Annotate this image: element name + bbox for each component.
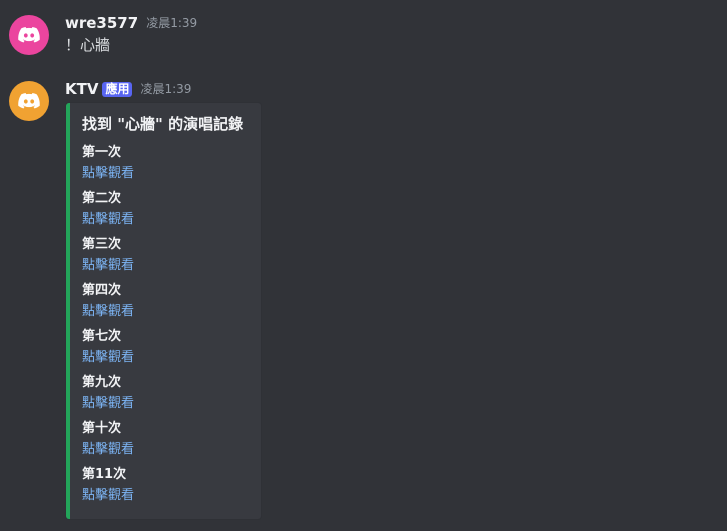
embed-field: 第四次 點擊觀看 bbox=[82, 282, 252, 322]
watch-link[interactable]: 點擊觀看 bbox=[82, 302, 134, 322]
watch-link[interactable]: 點擊觀看 bbox=[82, 256, 134, 276]
embed-accent-bar bbox=[66, 103, 70, 519]
discord-logo-icon bbox=[18, 27, 40, 43]
field-name: 第九次 bbox=[82, 375, 122, 390]
field-name: 第四次 bbox=[82, 283, 122, 298]
embed-field: 第三次 點擊觀看 bbox=[82, 236, 252, 276]
field-name: 第二次 bbox=[82, 191, 122, 206]
field-name: 第三次 bbox=[82, 237, 122, 252]
watch-link[interactable]: 點擊觀看 bbox=[82, 394, 134, 414]
embed-field: 第七次 點擊觀看 bbox=[82, 328, 252, 368]
message-content: ！心牆 bbox=[65, 36, 111, 54]
watch-link[interactable]: 點擊觀看 bbox=[82, 210, 134, 230]
app-badge: 應用 bbox=[102, 81, 133, 97]
embed-field: 第九次 點擊觀看 bbox=[82, 374, 252, 414]
field-name: 第十次 bbox=[82, 421, 122, 436]
message-header: wre3577 凌晨1:39 bbox=[65, 13, 197, 33]
field-name: 第11次 bbox=[82, 467, 127, 482]
username[interactable]: wre3577 bbox=[65, 13, 138, 33]
embed-field: 第十次 點擊觀看 bbox=[82, 420, 252, 460]
avatar[interactable] bbox=[9, 15, 49, 55]
embed-title: 找到 "心牆" 的演唱記錄 bbox=[82, 115, 244, 133]
watch-link[interactable]: 點擊觀看 bbox=[82, 164, 134, 184]
avatar[interactable] bbox=[9, 81, 49, 121]
username[interactable]: KTV bbox=[65, 79, 98, 99]
embed-field: 第二次 點擊觀看 bbox=[82, 190, 252, 230]
field-name: 第七次 bbox=[82, 329, 122, 344]
discord-logo-icon bbox=[18, 93, 40, 109]
timestamp: 凌晨1:39 bbox=[140, 82, 192, 96]
embed: 找到 "心牆" 的演唱記錄 第一次 點擊觀看 第二次 點擊觀看 第三次 點擊觀看… bbox=[65, 102, 262, 520]
embed-field: 第一次 點擊觀看 bbox=[82, 144, 252, 184]
watch-link[interactable]: 點擊觀看 bbox=[82, 348, 134, 368]
embed-field: 第11次 點擊觀看 bbox=[82, 466, 252, 506]
timestamp: 凌晨1:39 bbox=[146, 16, 198, 30]
watch-link[interactable]: 點擊觀看 bbox=[82, 486, 134, 506]
message-header: KTV 應用 凌晨1:39 bbox=[65, 79, 191, 99]
chat-area: wre3577 凌晨1:39 ！心牆 KTV 應用 凌晨1:39 找到 "心牆"… bbox=[0, 0, 727, 531]
field-name: 第一次 bbox=[82, 145, 122, 160]
watch-link[interactable]: 點擊觀看 bbox=[82, 440, 134, 460]
